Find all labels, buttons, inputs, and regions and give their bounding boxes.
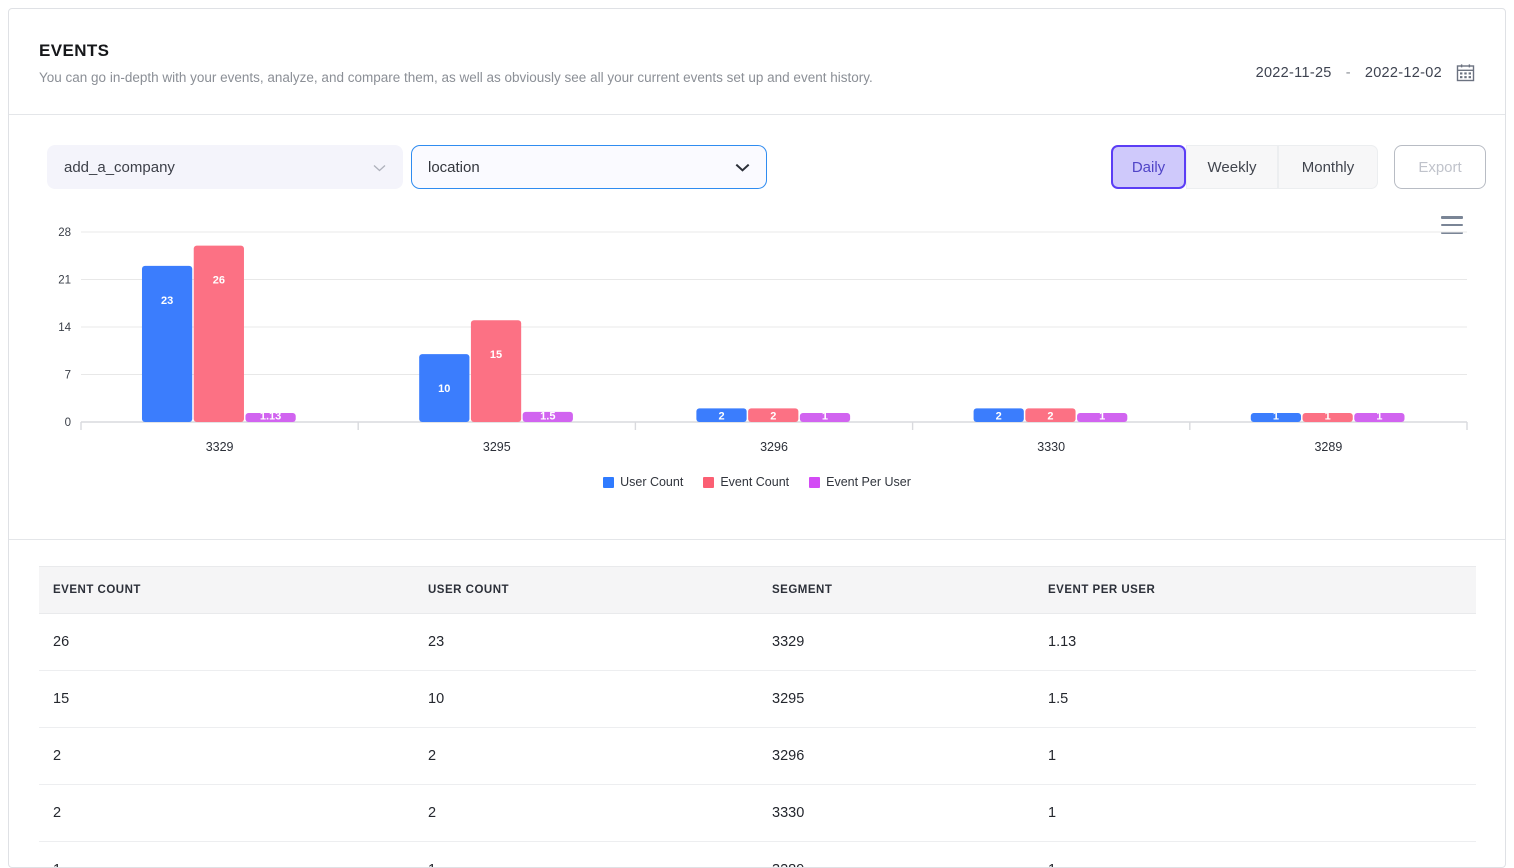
table-cell: 3329 — [758, 614, 1034, 671]
table-cell: 3296 — [758, 728, 1034, 785]
svg-text:2: 2 — [770, 411, 776, 423]
table-cell: 26 — [39, 614, 414, 671]
svg-text:1: 1 — [1273, 411, 1279, 423]
location-select-value: location — [428, 159, 480, 176]
svg-text:1.5: 1.5 — [540, 411, 555, 423]
svg-text:1: 1 — [1325, 411, 1331, 423]
svg-text:23: 23 — [161, 295, 173, 307]
table-cell: 23 — [414, 614, 758, 671]
location-select[interactable]: location — [411, 145, 767, 189]
svg-text:2: 2 — [996, 411, 1002, 423]
date-range-separator: - — [1346, 65, 1351, 81]
legend-swatch — [703, 477, 714, 488]
table-cell: 1 — [414, 842, 758, 868]
table-cell: 2 — [414, 785, 758, 842]
table-cell: 10 — [414, 671, 758, 728]
table-cell: 1 — [1034, 728, 1476, 785]
calendar-icon[interactable] — [1456, 63, 1475, 82]
svg-text:1: 1 — [1376, 411, 1382, 423]
table-cell: 1.5 — [1034, 671, 1476, 728]
page-title: EVENTS — [39, 41, 1475, 61]
chart-legend: User Count Event Count Event Per User — [9, 475, 1505, 489]
table-cell: 1 — [39, 842, 414, 868]
svg-text:26: 26 — [213, 275, 225, 287]
legend-swatch — [809, 477, 820, 488]
granularity-monthly-button[interactable]: Monthly — [1278, 145, 1378, 189]
svg-text:1: 1 — [822, 411, 828, 423]
legend-item-user-count[interactable]: User Count — [603, 475, 683, 489]
table-row[interactable]: 2233301 — [39, 785, 1476, 842]
page-header: EVENTS You can go in-depth with your eve… — [9, 9, 1505, 115]
table-header-segment: SEGMENT — [758, 567, 1034, 614]
table-row[interactable]: 151032951.5 — [39, 671, 1476, 728]
table-cell: 15 — [39, 671, 414, 728]
legend-swatch — [603, 477, 614, 488]
table-header-event-count: EVENT COUNT — [39, 567, 414, 614]
svg-text:1: 1 — [1099, 411, 1105, 423]
svg-text:10: 10 — [438, 383, 450, 395]
chart-canvas: 0714212823261.13332910151.53295221329622… — [9, 210, 1506, 470]
chevron-down-icon — [373, 161, 386, 174]
table-cell: 2 — [39, 728, 414, 785]
legend-item-event-count[interactable]: Event Count — [703, 475, 789, 489]
svg-text:7: 7 — [65, 370, 71, 382]
legend-label: User Count — [620, 475, 683, 489]
svg-text:3295: 3295 — [483, 440, 511, 454]
export-button[interactable]: Export — [1394, 145, 1486, 189]
svg-text:21: 21 — [58, 275, 71, 287]
svg-text:2: 2 — [1047, 411, 1053, 423]
svg-text:28: 28 — [58, 227, 71, 239]
granularity-daily-button[interactable]: Daily — [1111, 145, 1186, 189]
table-cell: 3295 — [758, 671, 1034, 728]
table-cell: 3289 — [758, 842, 1034, 868]
company-select[interactable]: add_a_company — [47, 145, 403, 189]
date-range-picker[interactable]: 2022-11-25 - 2022-12-02 — [1256, 63, 1475, 82]
table-cell: 1 — [1034, 785, 1476, 842]
date-range-end: 2022-12-02 — [1365, 65, 1442, 81]
svg-text:3330: 3330 — [1037, 440, 1065, 454]
svg-text:3329: 3329 — [206, 440, 234, 454]
legend-label: Event Count — [720, 475, 789, 489]
table-header-event-per-user: EVENT PER USER — [1034, 567, 1476, 614]
table-cell: 1 — [1034, 842, 1476, 868]
table-body: 262333291.13151032951.522329612233301113… — [39, 614, 1476, 868]
svg-text:2: 2 — [718, 411, 724, 423]
table-header-row: EVENT COUNT USER COUNT SEGMENT EVENT PER… — [39, 567, 1476, 614]
table-cell: 2 — [39, 785, 414, 842]
events-bar-chart: 0714212823261.13332910151.53295221329622… — [9, 210, 1505, 540]
svg-text:3296: 3296 — [760, 440, 788, 454]
legend-item-event-per-user[interactable]: Event Per User — [809, 475, 911, 489]
date-range-start: 2022-11-25 — [1256, 65, 1332, 81]
svg-text:14: 14 — [58, 322, 71, 334]
svg-text:0: 0 — [65, 417, 71, 429]
table-cell: 3330 — [758, 785, 1034, 842]
svg-text:1.13: 1.13 — [260, 411, 281, 423]
table-cell: 1.13 — [1034, 614, 1476, 671]
company-select-value: add_a_company — [64, 159, 175, 176]
chevron-down-icon — [735, 161, 750, 174]
table-row[interactable]: 1132891 — [39, 842, 1476, 868]
table-row[interactable]: 262333291.13 — [39, 614, 1476, 671]
svg-text:3289: 3289 — [1314, 440, 1342, 454]
svg-text:15: 15 — [490, 349, 502, 361]
legend-label: Event Per User — [826, 475, 911, 489]
granularity-weekly-button[interactable]: Weekly — [1186, 145, 1278, 189]
table-header-user-count: USER COUNT — [414, 567, 758, 614]
events-table-section: EVENT COUNT USER COUNT SEGMENT EVENT PER… — [9, 540, 1505, 868]
events-table: EVENT COUNT USER COUNT SEGMENT EVENT PER… — [39, 566, 1476, 868]
granularity-toggle-group: Daily Weekly Monthly — [1111, 145, 1378, 189]
events-page-card: EVENTS You can go in-depth with your eve… — [8, 8, 1506, 868]
table-row[interactable]: 2232961 — [39, 728, 1476, 785]
table-cell: 2 — [414, 728, 758, 785]
